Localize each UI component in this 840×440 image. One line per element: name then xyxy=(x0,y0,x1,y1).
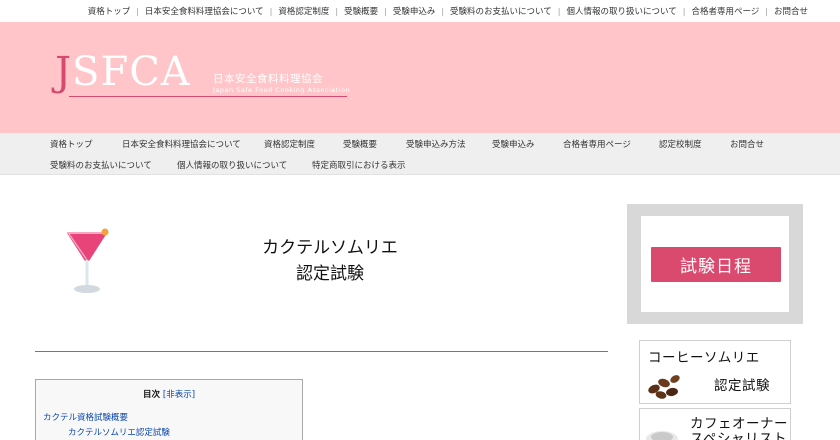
nav-item-school[interactable]: 認定校制度 xyxy=(659,138,702,150)
top-links-bar: 資格トップ | 日本安全食料料理協会について | 資格認定制度 | 受験概要 | 受験申… xyxy=(0,0,840,22)
coffee-cup-icon xyxy=(646,431,678,440)
nav-item-commerce-law[interactable]: 特定商取引における表示 xyxy=(312,159,406,171)
toc-heading: 目次 [非表示] xyxy=(142,390,196,400)
logo-mark: JSFCA xyxy=(55,49,191,95)
nav-item-privacy[interactable]: 個人情報の取り扱いについて xyxy=(177,159,287,171)
nav-item-apply[interactable]: 受験申込み xyxy=(492,138,535,150)
coffee-sommelier-banner[interactable]: コーヒーソムリエ 認定試験 xyxy=(639,340,791,404)
logo-name-jp: 日本安全食料料理協会 xyxy=(213,73,323,85)
toc-item-sommelier-exam[interactable]: カクテルソムリエ認定試験 xyxy=(68,426,170,438)
top-link-passers[interactable]: 合格者専用ページ xyxy=(685,5,765,17)
coffee-banner-title: コーヒーソムリエ xyxy=(648,350,760,366)
title-divider xyxy=(35,351,608,352)
top-link-contact[interactable]: お問合せ xyxy=(768,5,814,17)
toc-item-overview[interactable]: カクテル資格試験概要 xyxy=(43,411,128,423)
table-of-contents: 目次 [非表示] カクテル資格試験概要 カクテルソムリエ認定試験 xyxy=(35,379,303,440)
exam-schedule-button[interactable]: 試験日程 xyxy=(651,247,781,282)
top-link-qualification-top[interactable]: 資格トップ xyxy=(82,5,137,17)
coffee-beans-icon xyxy=(648,375,680,399)
nav-item-apply-method[interactable]: 受験申込み方法 xyxy=(406,138,466,150)
nav-item-exam-overview[interactable]: 受験概要 xyxy=(343,138,377,150)
top-link-exam-overview[interactable]: 受験概要 xyxy=(338,5,384,17)
cocktail-glass-icon xyxy=(67,228,109,293)
cafe-banner-subtitle: スペシャリスト xyxy=(690,431,788,440)
nav-item-about[interactable]: 日本安全食料料理協会について xyxy=(122,138,241,150)
cafe-owner-banner[interactable]: カフェオーナー スペシャリスト xyxy=(639,408,791,440)
main-content: カクテルソムリエ 認定試験 目次 [非表示] カクテル資格試験概要 カクテルソム… xyxy=(35,175,610,440)
nav-item-certification[interactable]: 資格認定制度 xyxy=(264,138,315,150)
coffee-banner-subtitle: 認定試験 xyxy=(714,378,770,394)
top-link-apply[interactable]: 受験申込み xyxy=(387,5,442,17)
nav-item-passers[interactable]: 合格者専用ページ xyxy=(563,138,631,150)
schedule-banner-box: 試験日程 xyxy=(627,204,803,324)
nav-item-contact[interactable]: お問合せ xyxy=(730,138,764,150)
logo-name-en: Japan Safe Food Cooking Association xyxy=(213,86,351,94)
page-title: カクテルソムリエ 認定試験 xyxy=(262,238,398,284)
top-link-about[interactable]: 日本安全食料料理協会について xyxy=(139,5,270,17)
site-logo[interactable]: JSFCA 日本安全食料料理協会 Japan Safe Food Cooking… xyxy=(55,52,355,122)
toc-toggle-link[interactable]: [非表示] xyxy=(163,390,195,400)
site-header: JSFCA 日本安全食料料理協会 Japan Safe Food Cooking… xyxy=(0,22,840,133)
global-nav: 資格トップ 日本安全食料料理協会について 資格認定制度 受験概要 受験申込み方法… xyxy=(0,133,840,175)
logo-rule xyxy=(69,96,347,97)
top-link-certification[interactable]: 資格認定制度 xyxy=(272,5,335,17)
top-link-payment[interactable]: 受験料のお支払いについて xyxy=(444,5,558,17)
nav-item-payment[interactable]: 受験料のお支払いについて xyxy=(50,159,152,171)
nav-item-qualification-top[interactable]: 資格トップ xyxy=(50,138,93,150)
top-link-privacy[interactable]: 個人情報の取り扱いについて xyxy=(560,5,682,17)
